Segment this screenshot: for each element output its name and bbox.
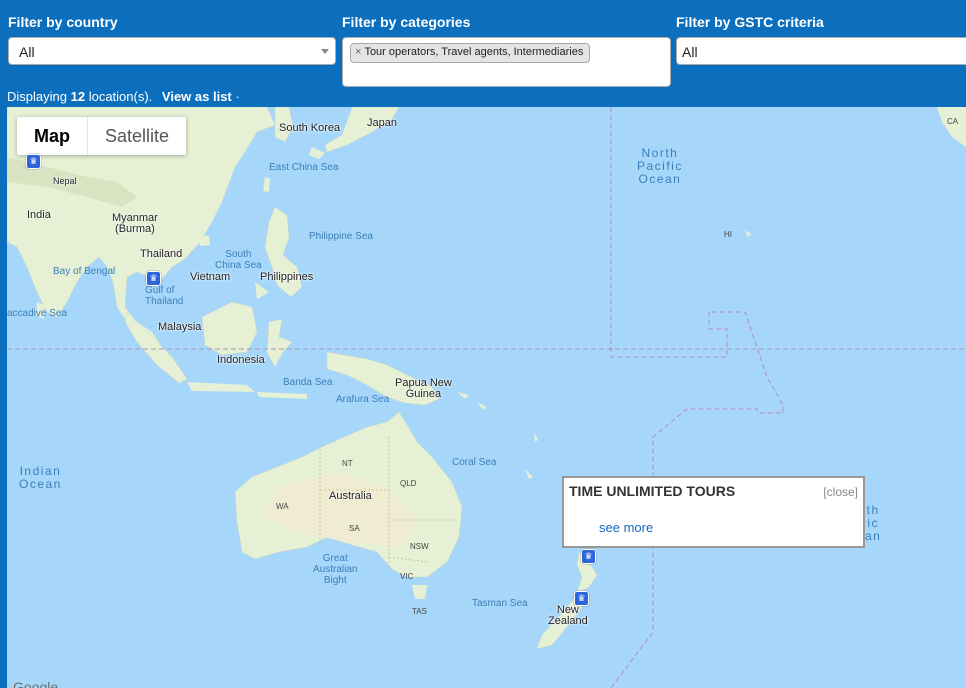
map-type-control: Map Satellite: [17, 117, 187, 155]
label-sa: SA: [349, 524, 360, 533]
location-marker-crown-icon[interactable]: ♛: [26, 154, 41, 169]
chip-remove-icon[interactable]: ×: [355, 46, 361, 58]
label-qld: QLD: [400, 479, 417, 488]
label-south-china-sea: South China Sea: [215, 249, 262, 271]
label-australia: Australia: [329, 490, 372, 502]
label-nepal: Nepal: [53, 176, 77, 186]
map-canvas[interactable]: Map Satellite South Korea Japan East Chi…: [7, 107, 966, 688]
label-gulf-of-thailand: Gulf of Thailand: [145, 285, 184, 307]
categories-filter-label: Filter by categories: [342, 14, 471, 30]
label-myanmar: Myanmar (Burma): [112, 212, 158, 235]
gstc-select[interactable]: All: [676, 37, 966, 65]
label-south-korea: South Korea: [279, 122, 341, 134]
gstc-select-value: All: [682, 44, 698, 60]
infowindow-title: TIME UNLIMITED TOURS: [569, 483, 736, 499]
label-indonesia: Indonesia: [217, 354, 265, 366]
summary-suffix: location(s).: [88, 89, 153, 104]
location-marker-crown-icon[interactable]: ♛: [146, 271, 161, 286]
view-as-list-link[interactable]: View as list: [162, 89, 232, 104]
label-hawaii: HI: [724, 230, 732, 239]
map-type-map-button[interactable]: Map: [17, 117, 87, 155]
bullet-icon: ·: [235, 89, 240, 104]
label-nsw: NSW: [410, 542, 429, 551]
label-indian-ocean: Indian Ocean: [19, 464, 62, 491]
country-filter-label: Filter by country: [8, 14, 118, 30]
google-logo: Google: [13, 679, 59, 688]
label-north-pacific-ocean: North Pacific Ocean: [637, 146, 683, 186]
location-infowindow: TIME UNLIMITED TOURS [close] see more: [562, 476, 865, 548]
label-banda-sea: Banda Sea: [283, 377, 333, 388]
label-vietnam: Vietnam: [190, 271, 231, 283]
label-nt: NT: [342, 459, 353, 468]
country-select-value: All: [19, 44, 35, 60]
results-summary: Displaying 12 location(s). View as list …: [7, 89, 240, 104]
label-japan: Japan: [367, 117, 397, 129]
label-coral-sea: Coral Sea: [452, 457, 497, 468]
label-malaysia: Malaysia: [158, 321, 202, 333]
infowindow-close-button[interactable]: [close]: [823, 485, 858, 499]
gstc-filter-label: Filter by GSTC criteria: [676, 14, 824, 30]
label-new-zealand: New Zealand: [548, 604, 588, 627]
label-laccadive-sea: accadive Sea: [7, 308, 68, 319]
location-count: 12: [70, 89, 86, 104]
infowindow-see-more-link[interactable]: see more: [599, 520, 653, 535]
label-ca: CA: [947, 117, 959, 126]
chevron-down-icon: [321, 49, 329, 54]
label-tas: TAS: [412, 607, 427, 616]
label-vic: VIC: [400, 572, 414, 581]
label-thailand: Thailand: [140, 248, 183, 260]
country-select[interactable]: All: [8, 37, 336, 65]
summary-prefix: Displaying: [7, 89, 67, 104]
label-tasman-sea: Tasman Sea: [472, 598, 528, 609]
label-bay-of-bengal: Bay of Bengal: [53, 266, 116, 277]
filter-bar: Filter by country All Filter by categori…: [0, 0, 966, 107]
label-east-china-sea: East China Sea: [269, 162, 339, 173]
label-india: India: [27, 209, 51, 221]
categories-multiselect[interactable]: × Tour operators, Travel agents, Intermed…: [342, 37, 671, 87]
label-philippines: Philippines: [260, 271, 314, 283]
label-wa: WA: [276, 502, 289, 511]
label-papua-new-guinea: Papua New Guinea: [395, 377, 452, 400]
label-great-australian-bight: Great Australian Bight: [313, 553, 358, 586]
label-pacific-ocean-partial: th ic an: [865, 503, 882, 543]
location-marker-crown-icon[interactable]: ♛: [574, 591, 589, 606]
label-philippine-sea: Philippine Sea: [309, 231, 373, 242]
label-arafura-sea: Arafura Sea: [336, 394, 390, 405]
category-chip-label: Tour operators, Travel agents, Intermedi…: [364, 46, 584, 58]
category-chip: × Tour operators, Travel agents, Intermed…: [350, 43, 591, 63]
location-marker-crown-icon[interactable]: ♛: [581, 549, 596, 564]
map-type-satellite-button[interactable]: Satellite: [87, 117, 186, 155]
